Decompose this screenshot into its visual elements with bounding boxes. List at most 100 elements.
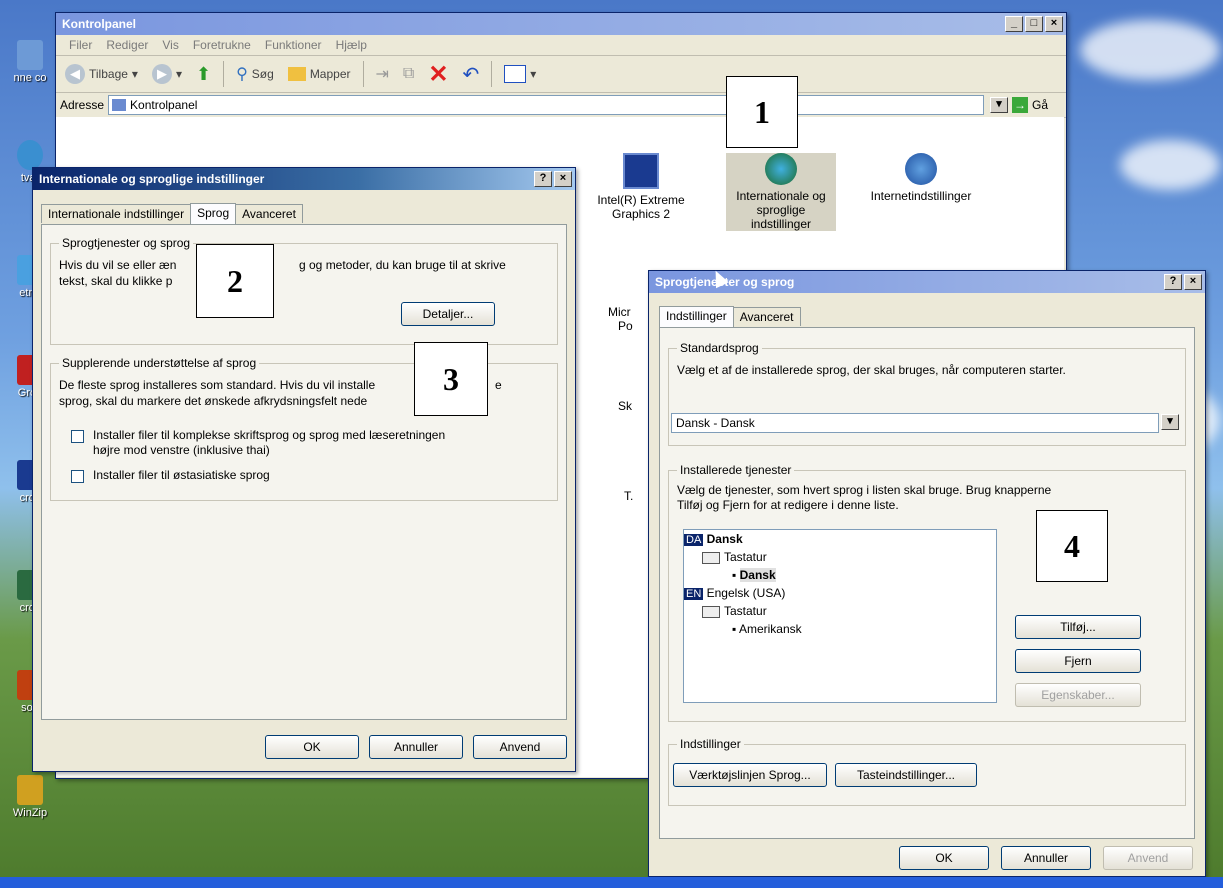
menu-tools[interactable]: Funktioner [258,38,329,52]
checkbox-label: Installer filer til komplekse skriftspro… [93,428,446,442]
move-to-button[interactable]: ⇥ [371,62,394,86]
delete-button[interactable]: ✕ [423,58,453,91]
partial-label: Micr [608,305,631,319]
close-icon[interactable]: × [1045,16,1063,32]
minimize-icon[interactable]: _ [1005,16,1023,32]
apply-button[interactable]: Anvend [1103,846,1193,870]
international-titlebar[interactable]: Internationale og sproglige indstillinge… [33,168,575,190]
toolbar: ◀ Tilbage ▾ ▶ ▾ ⬆ ⚲ Søg Mapper ⇥ ⧉ ✕ ↶ ▾ [56,56,1066,93]
menu-view[interactable]: Vis [155,38,185,52]
menu-favorites[interactable]: Foretrukne [186,38,258,52]
group-text: Hvis du vil se eller æn [59,258,177,272]
separator [223,61,225,87]
address-bar: Adresse Kontrolpanel ▾ → Gå [56,93,1066,118]
back-arrow-icon: ◀ [65,64,85,84]
views-button[interactable]: ▾ [499,63,541,85]
cp-item-intel-graphics[interactable]: Intel(R) Extreme Graphics 2 [586,153,696,221]
tab-advanced[interactable]: Avanceret [235,204,303,223]
copy-to-button[interactable]: ⧉ [398,63,419,85]
tree-item-keyboard[interactable]: Tastatur [702,604,767,618]
go-button[interactable]: Gå [1032,98,1066,112]
separator [491,61,493,87]
address-dropdown-icon[interactable]: ▾ [989,97,1008,113]
keyboard-icon [702,605,720,618]
folders-button[interactable]: Mapper [283,65,356,83]
complex-script-checkbox[interactable] [71,430,84,443]
menu-file[interactable]: Filer [62,38,99,52]
international-dialog: Internationale og sproglige indstillinge… [32,167,576,772]
tree-item-layout-us[interactable]: ▪ Amerikansk [732,622,802,636]
partial-label: Sk [618,399,633,413]
control-panel-titlebar[interactable]: Kontrolpanel _ □ × [56,13,1066,35]
undo-button[interactable]: ↶ [457,60,484,89]
ok-button[interactable]: OK [265,735,359,759]
group-text: sprog, skal du markere det ønskede afkry… [59,394,368,408]
chevron-down-icon: ▾ [175,67,182,81]
close-icon[interactable]: × [1184,274,1202,290]
group-text: tekst, skal du klikke p [59,274,173,288]
internet-options-icon [905,153,937,185]
language-bar-button[interactable]: Værktøjslinjen Sprog... [673,763,827,787]
desktop-icon[interactable]: WinZip [0,775,60,819]
installed-services-tree[interactable]: DA Dansk Tastatur ▪ Dansk EN Engelsk (US… [683,529,997,703]
apply-button[interactable]: Anvend [473,735,567,759]
search-button[interactable]: ⚲ Søg [231,62,279,86]
tree-item-keyboard[interactable]: Tastatur [702,550,767,564]
add-button[interactable]: Tilføj... [1015,615,1141,639]
control-panel-icon [112,99,127,111]
cp-item-internet-options[interactable]: Internetindstillinger [866,153,976,203]
menu-edit[interactable]: Rediger [99,38,155,52]
tab-advanced[interactable]: Avanceret [732,307,801,326]
delete-icon: ✕ [428,60,449,88]
help-icon[interactable]: ? [534,171,552,187]
default-language-select[interactable]: Dansk - Dansk [671,413,1159,433]
cancel-button[interactable]: Annuller [1001,846,1091,870]
desktop-icon[interactable]: nne co [0,40,60,84]
tree-item-layout-danish[interactable]: ▪ Dansk [732,568,776,582]
maximize-icon[interactable]: □ [1025,16,1043,32]
help-icon[interactable]: ? [1164,274,1182,290]
checkbox-label: Installer filer til østasiatiske sprog [93,468,270,482]
language-services-titlebar[interactable]: Sprogtjenester og sprog ? × [649,271,1205,293]
properties-button[interactable]: Egenskaber... [1015,683,1141,707]
default-language-group: Standardsprog Vælg et af de installerede… [668,341,1186,446]
chevron-down-icon: ▾ [131,67,138,81]
search-icon: ⚲ [236,66,248,83]
group-label: Installerede tjenester [677,463,795,477]
forward-arrow-icon: ▶ [151,64,172,84]
bullet-icon: ▪ [732,568,737,582]
checkbox-label: højre mod venstre (inklusive thai) [93,443,270,457]
tab-language[interactable]: Sprog [190,203,237,224]
ok-button[interactable]: OK [899,846,989,870]
key-settings-button[interactable]: Tasteindstillinger... [835,763,977,787]
group-text: Vælg de tjenester, som hvert sprog i lis… [677,483,1052,497]
cp-item-international[interactable]: Internationale og sproglige indstillinge… [726,153,836,231]
group-text: g og metoder, du kan bruge til at skrive [299,258,506,272]
address-input[interactable]: Kontrolpanel [108,95,984,115]
computer-icon [17,40,43,70]
callout-marker-4: 4 [1036,510,1108,582]
remove-button[interactable]: Fjern [1015,649,1141,673]
close-icon[interactable]: × [554,171,572,187]
language-services-dialog: Sprogtjenester og sprog ? × Indstillinge… [648,270,1206,877]
cancel-button[interactable]: Annuller [369,735,463,759]
east-asian-checkbox[interactable] [71,470,84,483]
tab-settings[interactable]: Indstillinger [659,306,734,327]
up-folder-button[interactable]: ⬆ [191,62,216,87]
views-icon [504,65,527,83]
tree-item-english[interactable]: EN Engelsk (USA) [684,586,785,600]
group-text: Tilføj og Fjern for at redigere i denne … [677,498,899,512]
chevron-down-icon[interactable]: ▾ [1161,414,1179,430]
copy-to-icon: ⧉ [402,65,415,82]
menu-help[interactable]: Hjælp [329,38,374,52]
tree-item-danish[interactable]: DA Dansk [684,532,743,546]
back-button[interactable]: ◀ Tilbage ▾ [60,62,143,86]
group-label: Standardsprog [677,341,762,355]
up-folder-icon: ⬆ [195,63,212,84]
tab-panel: Sprogtjenester og sprog Hvis du vil se e… [41,224,567,720]
forward-button[interactable]: ▶ ▾ [147,62,187,86]
language-code-badge: DA [684,534,704,546]
go-icon[interactable]: → [1011,97,1028,113]
tab-international-settings[interactable]: Internationale indstillinger [41,204,192,223]
details-button[interactable]: Detaljer... [401,302,495,326]
